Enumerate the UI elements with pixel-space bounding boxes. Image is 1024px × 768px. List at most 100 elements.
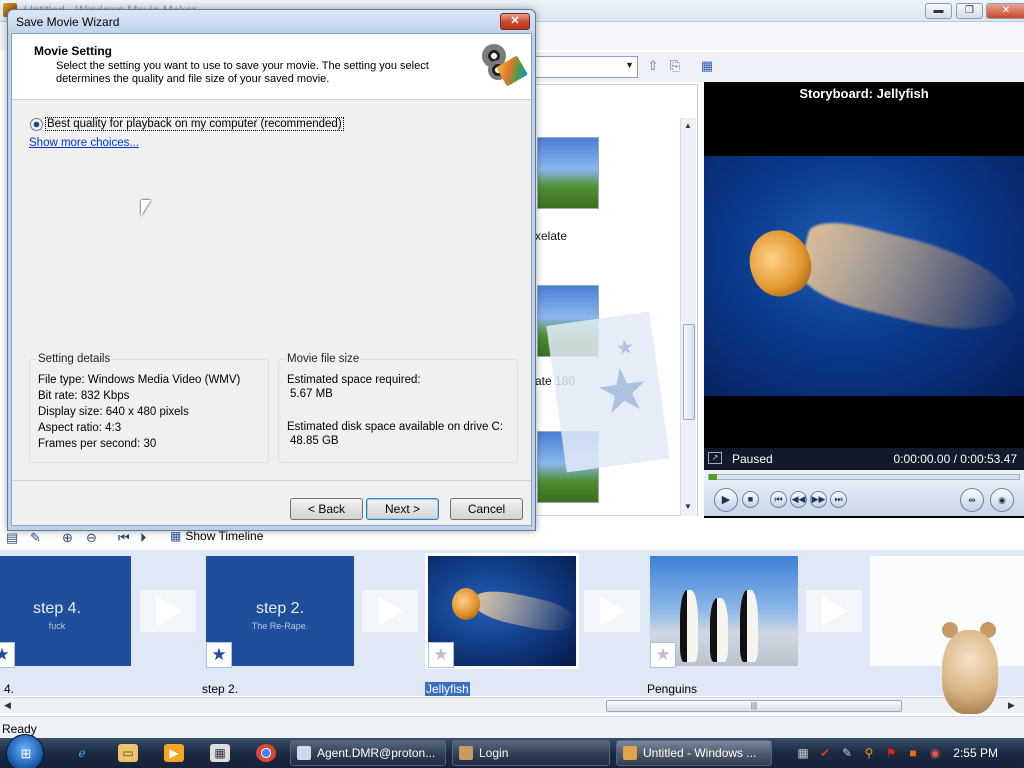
- chrome-icon[interactable]: [256, 744, 276, 762]
- show-more-choices-link[interactable]: Show more choices...: [29, 137, 139, 149]
- narrate-icon[interactable]: ✎: [30, 530, 41, 546]
- hamster-icon: [459, 746, 473, 760]
- taskbar-button[interactable]: Untitled - Windows ...: [616, 740, 772, 766]
- collection-dropdown[interactable]: ▼: [534, 56, 638, 78]
- title-clip-text: step 2.: [255, 600, 305, 617]
- setting-details-title: Setting details: [37, 353, 112, 365]
- storyboard-clip[interactable]: ★ Jellyfish: [425, 553, 579, 696]
- search-icon[interactable]: ⚲: [862, 746, 876, 760]
- scroll-up-icon[interactable]: ▲: [684, 121, 692, 130]
- play-icon[interactable]: ▶: [714, 488, 738, 512]
- best-quality-label[interactable]: Best quality for playback on my computer…: [45, 117, 344, 131]
- scroll-down-icon[interactable]: ▼: [684, 502, 692, 511]
- record-icon[interactable]: ◉: [928, 746, 942, 760]
- wizard-description: Select the setting you want to use to sa…: [56, 60, 429, 85]
- effects-scrollbar[interactable]: ▲ ▼: [680, 118, 696, 516]
- radio-button-selected[interactable]: [30, 118, 43, 131]
- internet-explorer-icon[interactable]: ℯ: [72, 744, 92, 762]
- storyboard-clip[interactable]: step 4. fuck ★ 4.: [0, 556, 131, 696]
- fast-forward-icon[interactable]: ▶▶: [810, 491, 827, 508]
- play-storyboard-icon[interactable]: ⏵: [140, 530, 147, 546]
- storyboard-view-icon[interactable]: ▤: [6, 530, 18, 546]
- back-button[interactable]: < Back: [290, 498, 363, 520]
- status-bar: Ready: [0, 716, 1024, 738]
- view-options-icon[interactable]: ▦: [698, 58, 716, 76]
- dialog-close-button[interactable]: ✕: [500, 13, 530, 30]
- transition-slot[interactable]: [362, 590, 418, 632]
- tray-square-icon[interactable]: ■: [906, 746, 920, 760]
- system-tray: ▦ ✔ ✎ ⚲ ⚑ ■ ◉ 2:55 PM: [790, 738, 1024, 768]
- minimize-button[interactable]: ▬: [925, 3, 952, 19]
- cancel-button[interactable]: Cancel: [450, 498, 523, 520]
- effect-thumbnail[interactable]: [537, 137, 599, 209]
- snapshot-camera-icon[interactable]: ◉: [990, 488, 1014, 512]
- movie-maker-icon: [623, 746, 637, 760]
- storyboard-clip[interactable]: step 2. The Re-Rape. ★ step 2.: [202, 556, 354, 696]
- storyboard-clip[interactable]: ★ Penguins: [647, 556, 798, 696]
- storyboard-toolbar: ▤ ✎ ⊕ ⊖ ⏮ ⏵ ▦ Show Timeline: [0, 528, 1024, 548]
- next-button[interactable]: Next >: [366, 498, 439, 520]
- maximize-button[interactable]: ❐: [956, 3, 983, 19]
- show-timeline-button[interactable]: ▦ Show Timeline: [170, 529, 267, 543]
- split-clip-icon[interactable]: ⇹: [960, 488, 984, 512]
- save-movie-wizard-dialog: Save Movie Wizard ✕ Movie Setting Select…: [7, 9, 536, 531]
- wizard-header: Movie Setting Select the setting you wan…: [12, 34, 531, 100]
- clip-label: step 2.: [202, 682, 239, 696]
- star-icon: ★: [206, 642, 232, 668]
- media-player-icon[interactable]: ▶: [164, 744, 184, 762]
- title-clip-subtext: The Re-Rape.: [251, 621, 309, 631]
- rewind-icon[interactable]: ◀◀: [790, 491, 807, 508]
- app-close-button[interactable]: ✕: [986, 3, 1024, 19]
- disk-space-value: 48.85 GB: [290, 435, 339, 447]
- aspect-ratio-line: Aspect ratio: 4:3: [38, 422, 122, 434]
- taskbar-button[interactable]: Agent.DMR@proton...: [290, 740, 446, 766]
- folder-icon[interactable]: ▭: [118, 744, 138, 762]
- seek-handle[interactable]: [709, 474, 717, 480]
- zoom-out-icon[interactable]: ⊖: [86, 530, 97, 546]
- mouse-cursor-icon: [141, 200, 151, 216]
- scroll-right-icon[interactable]: ▶: [1008, 700, 1015, 711]
- calculator-icon[interactable]: ▦: [210, 744, 230, 762]
- taskbar-button-label: Login: [479, 746, 509, 760]
- scroll-thumb[interactable]: |||: [606, 700, 902, 712]
- jellyfish-bell: [452, 588, 480, 620]
- playback-time: 0:00:00.00 / 0:00:53.47: [893, 452, 1017, 466]
- wizard-heading: Movie Setting: [34, 44, 113, 58]
- transition-slot[interactable]: [584, 590, 640, 632]
- clip-label: 4.: [4, 682, 15, 696]
- transition-slot[interactable]: [806, 590, 862, 632]
- start-button[interactable]: ⊞: [6, 734, 44, 768]
- hamster-assistant[interactable]: [930, 612, 1004, 716]
- fullscreen-icon[interactable]: ↗: [708, 452, 722, 464]
- scroll-left-icon[interactable]: ◀: [4, 700, 11, 711]
- zoom-in-icon[interactable]: ⊕: [62, 530, 73, 546]
- windows-logo-icon: ⊞: [20, 746, 32, 761]
- flag-icon[interactable]: ⚑: [884, 746, 898, 760]
- up-folder-icon[interactable]: ⇧: [644, 58, 662, 76]
- clip-label[interactable]: Jellyfish: [425, 682, 470, 696]
- title-clip-card[interactable]: step 4. fuck: [0, 556, 131, 666]
- footer-divider: [12, 480, 531, 481]
- display-size-line: Display size: 640 x 480 pixels: [38, 406, 189, 418]
- seek-bar[interactable]: [708, 474, 1020, 480]
- storyboard-scrollbar[interactable]: ◀ ||| ▶: [0, 697, 1024, 713]
- clip-label: Penguins: [647, 682, 698, 696]
- previous-frame-icon[interactable]: ⏮: [770, 491, 787, 508]
- transition-slot[interactable]: [140, 590, 196, 632]
- taskbar-button-label: Agent.DMR@proton...: [317, 746, 436, 760]
- tray-app-icon[interactable]: ✎: [840, 746, 854, 760]
- penguin: [710, 598, 728, 662]
- collections-toolbar: ▼ ⇧ ⎘ ▦: [534, 52, 1024, 82]
- network-icon[interactable]: ▦: [796, 746, 810, 760]
- clock[interactable]: 2:55 PM: [953, 746, 998, 760]
- new-folder-icon[interactable]: ⎘: [666, 58, 684, 76]
- taskbar: ⊞ ℯ ▭ ▶ ▦ Agent.DMR@proton... Login Unti…: [0, 734, 1024, 768]
- dialog-titlebar[interactable]: Save Movie Wizard ✕: [8, 10, 535, 33]
- stop-icon[interactable]: ■: [742, 491, 759, 508]
- scroll-thumb[interactable]: [683, 324, 695, 420]
- rewind-storyboard-icon[interactable]: ⏮: [118, 530, 130, 546]
- next-frame-icon[interactable]: ⏭: [830, 491, 847, 508]
- taskbar-button[interactable]: Login: [452, 740, 610, 766]
- antivirus-icon[interactable]: ✔: [818, 746, 832, 760]
- playback-controls: ▶ ■ ⏮ ◀◀ ▶▶ ⏭ ⇹ ◉: [704, 470, 1024, 516]
